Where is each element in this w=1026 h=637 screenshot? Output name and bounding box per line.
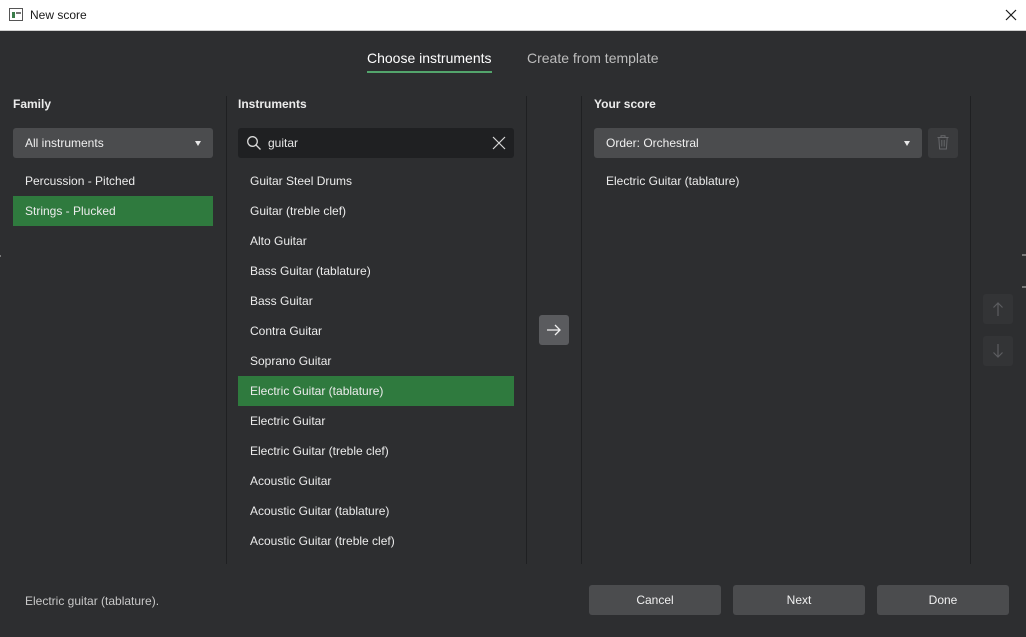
instrument-item[interactable]: Alto Guitar: [238, 226, 514, 256]
column-divider: [226, 96, 227, 564]
instrument-item[interactable]: Guitar Steel Drums: [238, 166, 514, 196]
column-divider: [581, 96, 582, 564]
instrument-item-selected[interactable]: Electric Guitar (tablature): [238, 376, 514, 406]
search-input[interactable]: [268, 134, 468, 152]
instrument-item[interactable]: Soprano Guitar: [238, 346, 514, 376]
move-up-button[interactable]: [983, 294, 1013, 324]
caret-down-icon: [195, 141, 201, 146]
column-divider: [970, 96, 971, 564]
window-edge-mark: [0, 255, 1, 257]
arrow-right-icon: [547, 324, 561, 336]
instrument-item[interactable]: Bass Guitar: [238, 286, 514, 316]
instrument-item[interactable]: Guitar (treble clef): [238, 196, 514, 226]
tab-create-from-template[interactable]: Create from template: [527, 50, 659, 71]
order-dropdown-value: Order: Orchestral: [606, 136, 699, 150]
title-bar: New score: [0, 0, 1026, 31]
window-title: New score: [30, 8, 87, 22]
instrument-item[interactable]: Bass Guitar (tablature): [238, 256, 514, 286]
move-down-button[interactable]: [983, 336, 1013, 366]
window-edge-mark: [1022, 254, 1026, 256]
column-divider: [526, 96, 527, 564]
tab-bar: Choose instruments Create from template: [0, 50, 1026, 80]
family-dropdown[interactable]: All instruments: [13, 128, 213, 158]
family-list: Percussion - Pitched Strings - Plucked: [13, 166, 213, 226]
add-to-score-button[interactable]: [539, 315, 569, 345]
family-item-strings-plucked[interactable]: Strings - Plucked: [13, 196, 213, 226]
done-button[interactable]: Done: [877, 585, 1009, 615]
window-edge-mark: [1022, 286, 1026, 288]
score-list: Electric Guitar (tablature): [594, 166, 922, 196]
instrument-item[interactable]: Acoustic Guitar (tablature): [238, 496, 514, 526]
next-button[interactable]: Next: [733, 585, 865, 615]
tab-choose-instruments[interactable]: Choose instruments: [367, 50, 492, 73]
instrument-item[interactable]: Acoustic Guitar (treble clef): [238, 526, 514, 556]
instruments-heading: Instruments: [238, 97, 307, 111]
caret-down-icon: [904, 141, 910, 146]
close-icon: [1005, 9, 1017, 21]
family-dropdown-value: All instruments: [25, 136, 104, 150]
instrument-item[interactable]: Electric Guitar (treble clef): [238, 436, 514, 466]
clear-search-icon[interactable]: [492, 136, 506, 150]
search-icon: [247, 136, 261, 150]
instrument-item[interactable]: Electric Guitar: [238, 406, 514, 436]
app-icon: [9, 8, 23, 21]
instrument-list: Guitar Steel Drums Guitar (treble clef) …: [238, 166, 514, 556]
order-dropdown[interactable]: Order: Orchestral: [594, 128, 922, 158]
cancel-button[interactable]: Cancel: [589, 585, 721, 615]
trash-icon: [937, 135, 949, 150]
family-heading: Family: [13, 97, 52, 111]
selection-description: Electric guitar (tablature).: [25, 594, 160, 608]
your-score-heading: Your score: [594, 97, 656, 111]
close-button[interactable]: [996, 0, 1026, 30]
instrument-item[interactable]: Contra Guitar: [238, 316, 514, 346]
family-item-percussion-pitched[interactable]: Percussion - Pitched: [13, 166, 213, 196]
instrument-item[interactable]: Acoustic Guitar: [238, 466, 514, 496]
arrow-down-icon: [993, 344, 1003, 358]
instrument-search: [238, 128, 514, 158]
score-item[interactable]: Electric Guitar (tablature): [594, 166, 922, 196]
delete-instrument-button[interactable]: [928, 128, 958, 158]
arrow-up-icon: [993, 302, 1003, 316]
